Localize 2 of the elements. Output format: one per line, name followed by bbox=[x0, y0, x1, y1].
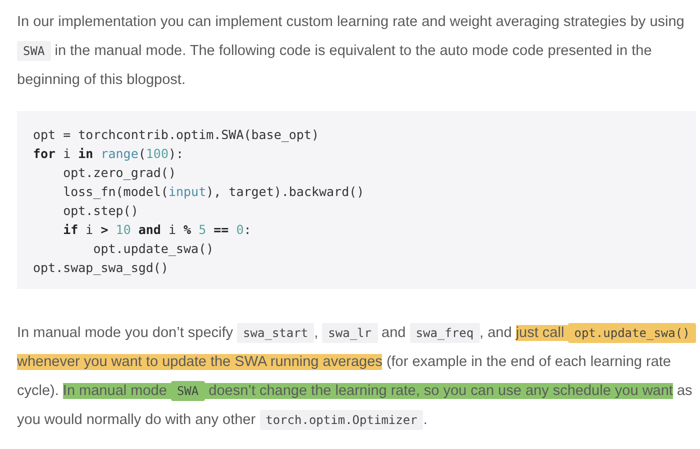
paragraph: In our implementation you can implement custom learning rate and weight averaging strategies by using SWA in the manual mode. The following code is equivalent to the auto mode code presented in the beginning of this blogpost. bbox=[17, 13, 686, 90]
code-block: opt = torchcontrib.optim.SWA(base_opt) for i in range(100): opt.zero_grad() loss_fn(model(input), target).backward() opt.step() if i > 10 and i % 5 == 0: opt.update_swa() opt.swap_swa_sgd() bbox=[17, 111, 696, 289]
